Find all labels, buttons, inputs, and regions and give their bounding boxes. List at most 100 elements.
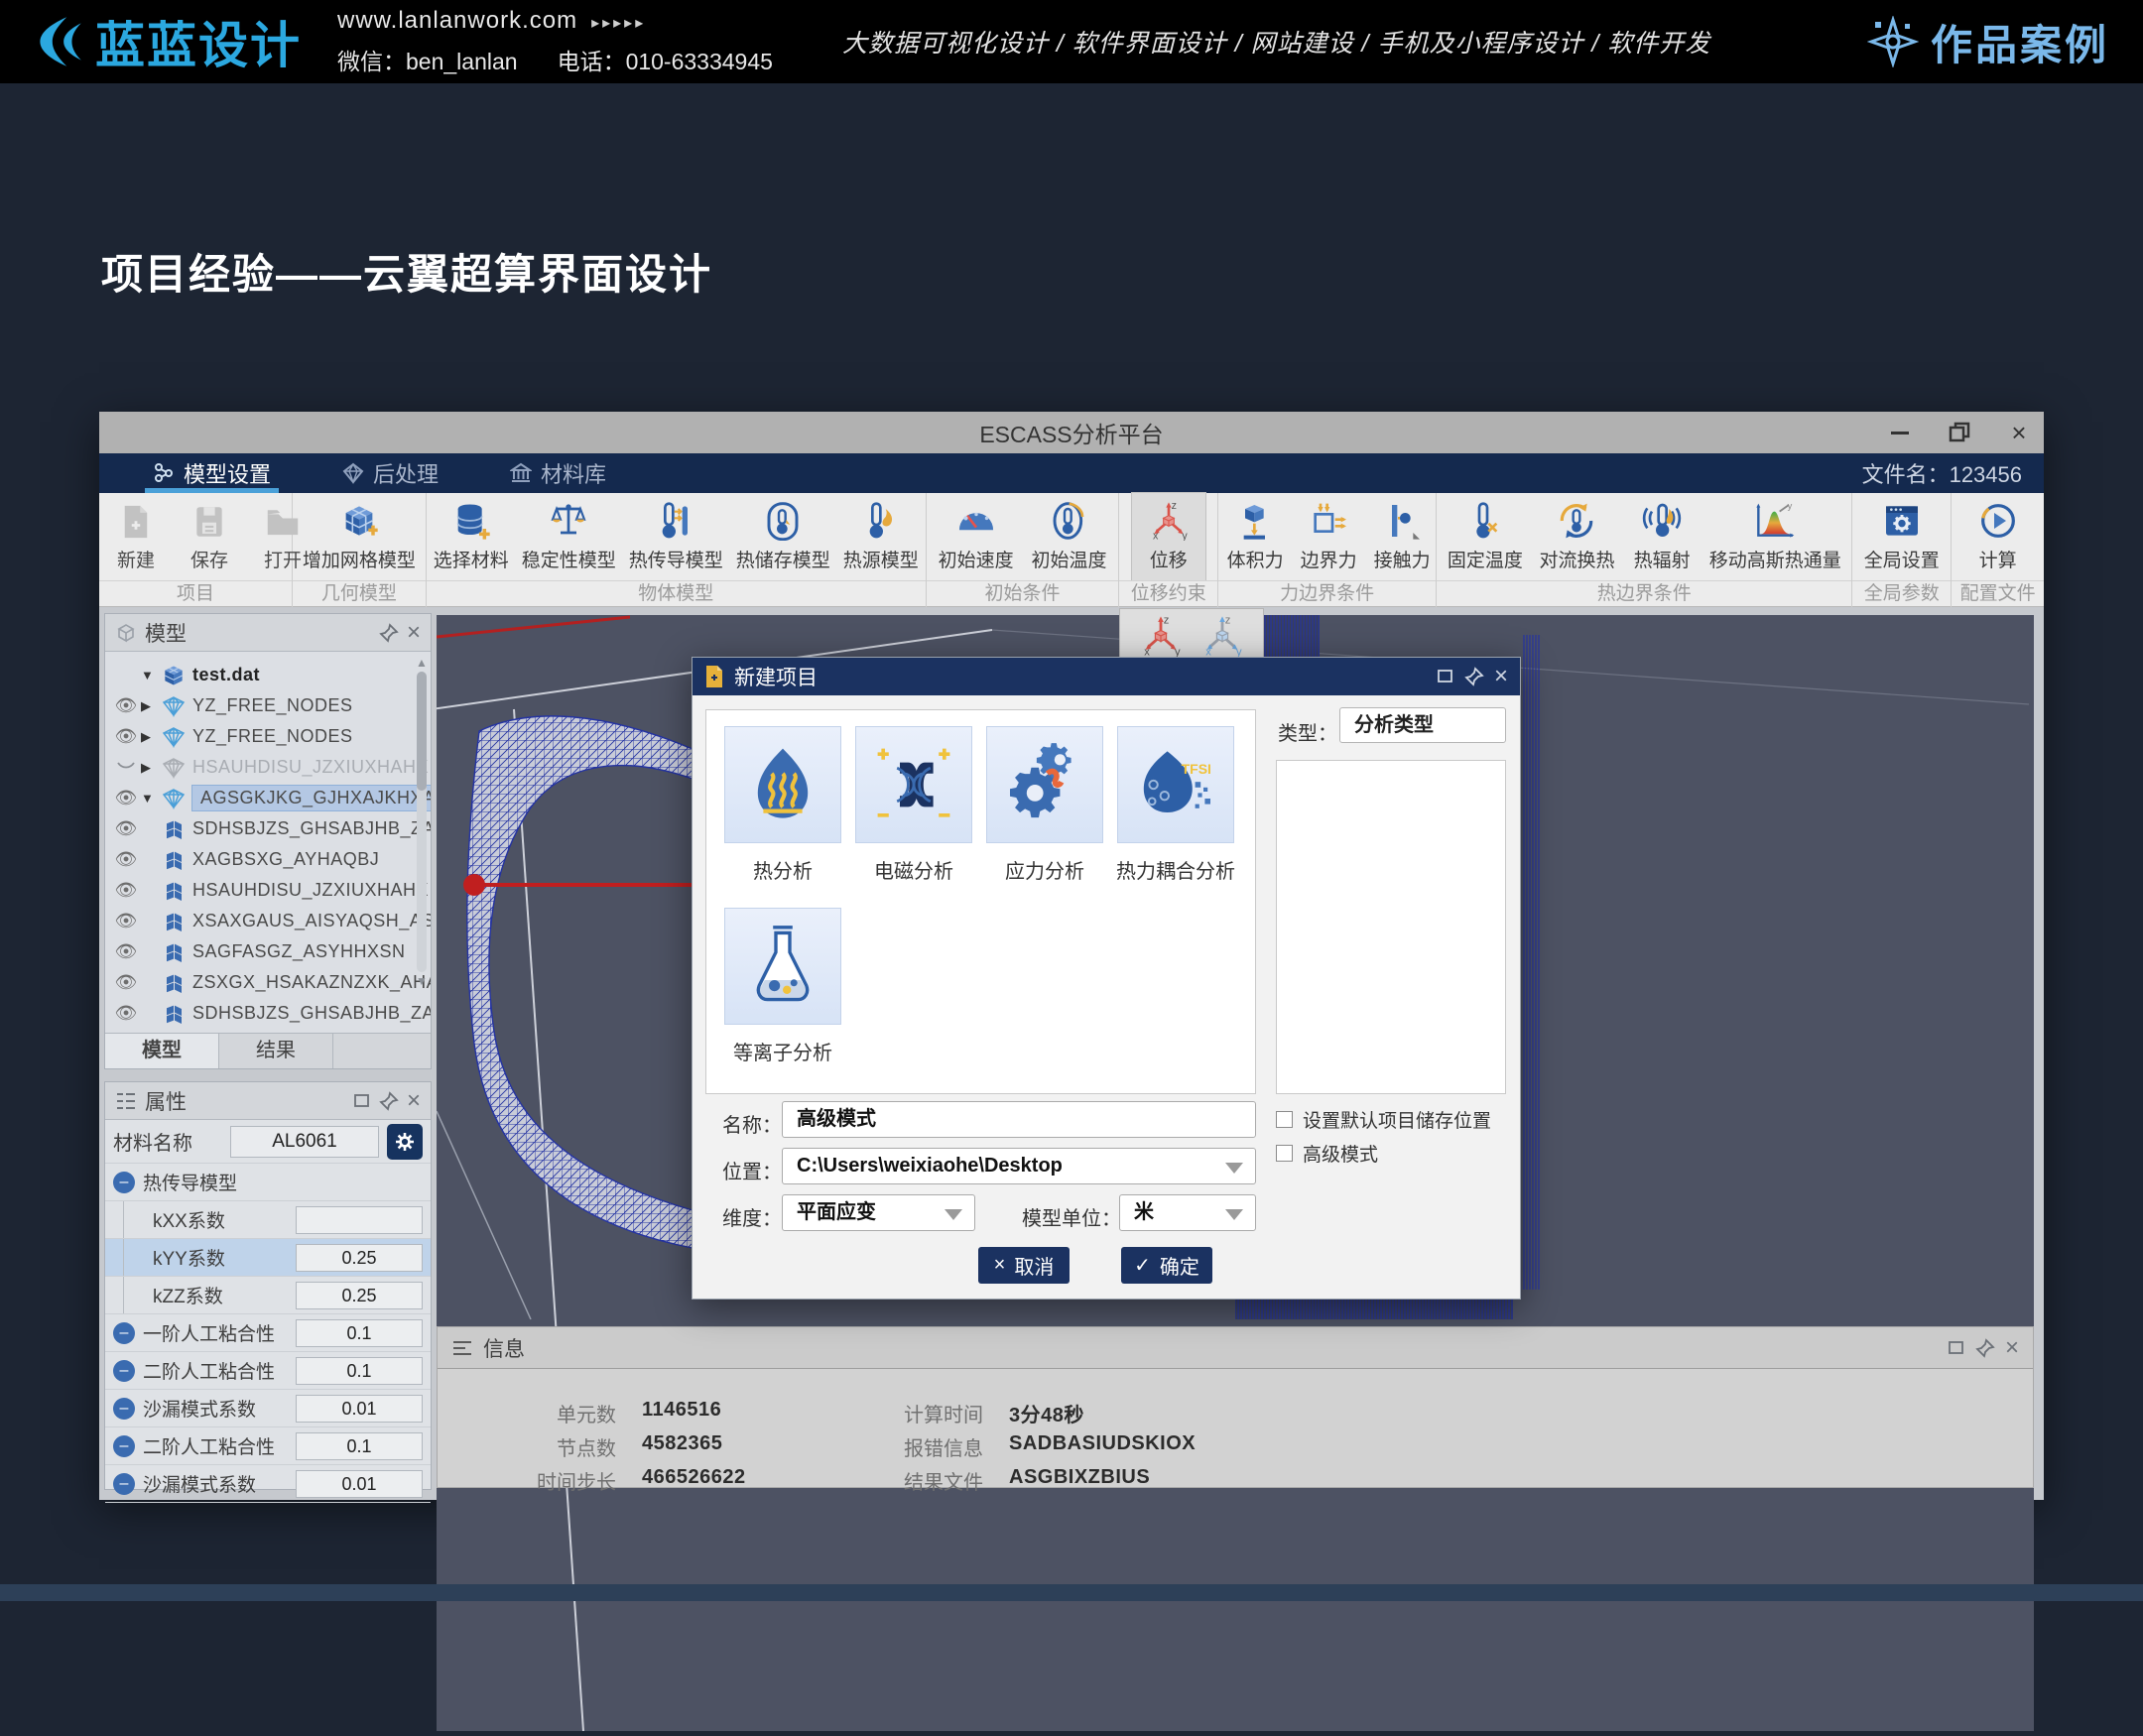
visibility-eye-icon[interactable]: 👁: [111, 695, 141, 716]
checkbox-default-location[interactable]: 设置默认项目储存位置: [1276, 1106, 1491, 1133]
save-button[interactable]: 保存: [173, 499, 246, 574]
tile-thermal-coupling-analysis[interactable]: TFSI 热力耦合分析: [1117, 726, 1234, 894]
visibility-eye-icon[interactable]: 👁: [111, 972, 141, 993]
pin-icon[interactable]: [379, 623, 399, 643]
minimize-button[interactable]: [1887, 420, 1913, 445]
property-value[interactable]: 0.1: [296, 1357, 423, 1385]
ok-button[interactable]: ✓确定: [1121, 1247, 1212, 1284]
contact-force-button[interactable]: 接触力: [1365, 499, 1439, 574]
pin-icon[interactable]: [379, 1091, 399, 1111]
thermal-radiation-button[interactable]: 热辐射: [1625, 499, 1699, 574]
property-value[interactable]: 0.25: [296, 1244, 423, 1272]
tab-post-processing[interactable]: 后处理: [324, 453, 456, 493]
dialog-close-icon[interactable]: ×: [1494, 663, 1508, 690]
dimension-select[interactable]: 平面应变: [782, 1194, 975, 1231]
tree-item[interactable]: 👁 XAGBSXG_AYHAQBJ: [105, 844, 431, 875]
tile-plasma-analysis[interactable]: 等离子分析: [724, 908, 841, 1075]
visibility-eye-icon[interactable]: 👁: [111, 880, 141, 901]
name-input[interactable]: 高级模式: [782, 1101, 1256, 1138]
property-value[interactable]: 0.1: [296, 1432, 423, 1460]
collapse-icon[interactable]: –: [113, 1172, 135, 1193]
moving-gauss-flux-button[interactable]: y 移动高斯热通量: [1703, 499, 1847, 574]
property-value[interactable]: [296, 1206, 423, 1234]
type-input[interactable]: 分析类型: [1339, 707, 1506, 743]
property-value[interactable]: 0.25: [296, 1282, 423, 1309]
tab-model-setup[interactable]: 模型设置: [135, 453, 289, 493]
window-restore-icon[interactable]: [1948, 1339, 1965, 1357]
property-group-row[interactable]: – 二阶人工粘合性 0.1: [105, 1427, 431, 1465]
tree-item-selected[interactable]: 👁▼ AGSGKJKG_GJHXAJKHXA: [105, 783, 431, 813]
collapse-icon[interactable]: –: [113, 1360, 135, 1382]
property-group-row[interactable]: – 一阶人工粘合性 0.1: [105, 1314, 431, 1352]
tree-item[interactable]: 👁 SAGFASGZ_ASYHHXSN: [105, 936, 431, 967]
close-panel-icon[interactable]: ×: [2005, 1334, 2019, 1362]
tree-item[interactable]: 👁▶ YZ_FREE_NODES: [105, 690, 431, 721]
property-group-row[interactable]: – 沙漏模式系数 0.01: [105, 1465, 431, 1503]
convection-button[interactable]: 对流换热: [1533, 499, 1620, 574]
material-name-value[interactable]: AL6061: [230, 1126, 379, 1158]
visibility-eye-icon[interactable]: 👁: [111, 849, 141, 870]
cancel-button[interactable]: ×取消: [978, 1247, 1070, 1284]
tile-electromagnetic-analysis[interactable]: 电磁分析: [855, 726, 972, 894]
collapse-icon[interactable]: –: [113, 1398, 135, 1420]
close-panel-icon[interactable]: ×: [407, 619, 421, 647]
tree-item[interactable]: 👁 SDHSBJZS_GHSABJHB_ZAHU: [105, 813, 431, 844]
dialog-restore-icon[interactable]: [1437, 668, 1454, 685]
maximize-button[interactable]: [1947, 420, 1972, 445]
tile-thermal-analysis[interactable]: 热分析: [724, 726, 841, 894]
visibility-eye-icon[interactable]: 👁: [111, 1003, 141, 1024]
window-restore-icon[interactable]: [353, 1092, 371, 1110]
tree-scrollbar[interactable]: ▲ ▼: [415, 656, 429, 988]
stability-model-button[interactable]: 稳定性模型: [516, 499, 622, 574]
fixed-temperature-button[interactable]: 固定温度: [1442, 499, 1529, 574]
property-value[interactable]: 0.01: [296, 1395, 423, 1423]
heat-source-model-button[interactable]: 热源模型: [837, 499, 925, 574]
pin-icon[interactable]: [1975, 1338, 1995, 1358]
initial-velocity-button[interactable]: 初始速度: [933, 499, 1020, 574]
heat-storage-model-button[interactable]: 热储存模型: [730, 499, 836, 574]
tree-item[interactable]: 👁 SDHSBJZS_GHSABJHB_ZAHU: [105, 998, 431, 1029]
property-value[interactable]: 0.01: [296, 1470, 423, 1498]
website-link[interactable]: www.lanlanwork.com: [337, 7, 577, 34]
panel-tab-results[interactable]: 结果: [219, 1034, 333, 1068]
tile-stress-analysis[interactable]: 应力分析: [986, 726, 1103, 894]
visibility-eye-icon[interactable]: 👁: [111, 818, 141, 839]
visibility-eye-icon[interactable]: 👁: [111, 911, 141, 931]
compute-button[interactable]: 计算: [1961, 499, 2035, 574]
tree-root[interactable]: ▼ test.dat: [105, 660, 431, 690]
displacement-button[interactable]: zxy 位移: [1132, 493, 1205, 580]
global-settings-button[interactable]: 全局设置: [1858, 499, 1946, 574]
collapse-icon[interactable]: –: [113, 1473, 135, 1495]
material-settings-button[interactable]: [387, 1124, 423, 1160]
panel-tab-model[interactable]: 模型: [105, 1034, 219, 1068]
collapse-icon[interactable]: –: [113, 1435, 135, 1457]
close-button[interactable]: ×: [2006, 420, 2032, 445]
property-group-row[interactable]: – 沙漏模式系数 0.01: [105, 1390, 431, 1427]
visibility-eye-icon[interactable]: 👁: [111, 941, 141, 962]
boundary-force-button[interactable]: 边界力: [1292, 499, 1365, 574]
add-mesh-model-button[interactable]: 增加网格模型: [297, 499, 422, 574]
checkbox-advanced-mode[interactable]: 高级模式: [1276, 1140, 1378, 1167]
tree-item[interactable]: 👁 ZSXGX_HSAKAZNZXK_AHASX: [105, 967, 431, 998]
heat-conduction-model-button[interactable]: 热传导模型: [623, 499, 729, 574]
visibility-eye-icon[interactable]: 👁: [111, 788, 141, 808]
tree-item-hidden[interactable]: ▶ HSAUHDISU_JZXIUXHAHX: [105, 752, 431, 783]
new-button[interactable]: 新建: [99, 499, 173, 574]
collapse-icon[interactable]: –: [113, 1322, 135, 1344]
property-value[interactable]: 0.1: [296, 1319, 423, 1347]
visibility-eye-icon[interactable]: 👁: [111, 726, 141, 747]
close-panel-icon[interactable]: ×: [407, 1087, 421, 1115]
location-select[interactable]: C:\Users\weixiaohe\Desktop: [782, 1148, 1256, 1184]
property-row[interactable]: kXX系数: [105, 1201, 431, 1239]
tree-item[interactable]: 👁 XSAXGAUS_AISYAQSH_ASHX: [105, 906, 431, 936]
select-material-button[interactable]: 选择材料: [428, 499, 515, 574]
property-group-row[interactable]: – 二阶人工粘合性 0.1: [105, 1352, 431, 1390]
axes-blue-option-icon[interactable]: zxy: [1201, 614, 1243, 658]
unit-select[interactable]: 米: [1119, 1194, 1256, 1231]
initial-temperature-button[interactable]: 初始温度: [1025, 499, 1112, 574]
visibility-closed-eye-icon[interactable]: [111, 757, 141, 778]
type-list-box[interactable]: [1276, 760, 1506, 1094]
tab-material-library[interactable]: 材料库: [492, 453, 624, 493]
property-row-selected[interactable]: kYY系数 0.25: [105, 1239, 431, 1277]
tree-item[interactable]: 👁 HSAUHDISU_JZXIUXHAHX: [105, 875, 431, 906]
